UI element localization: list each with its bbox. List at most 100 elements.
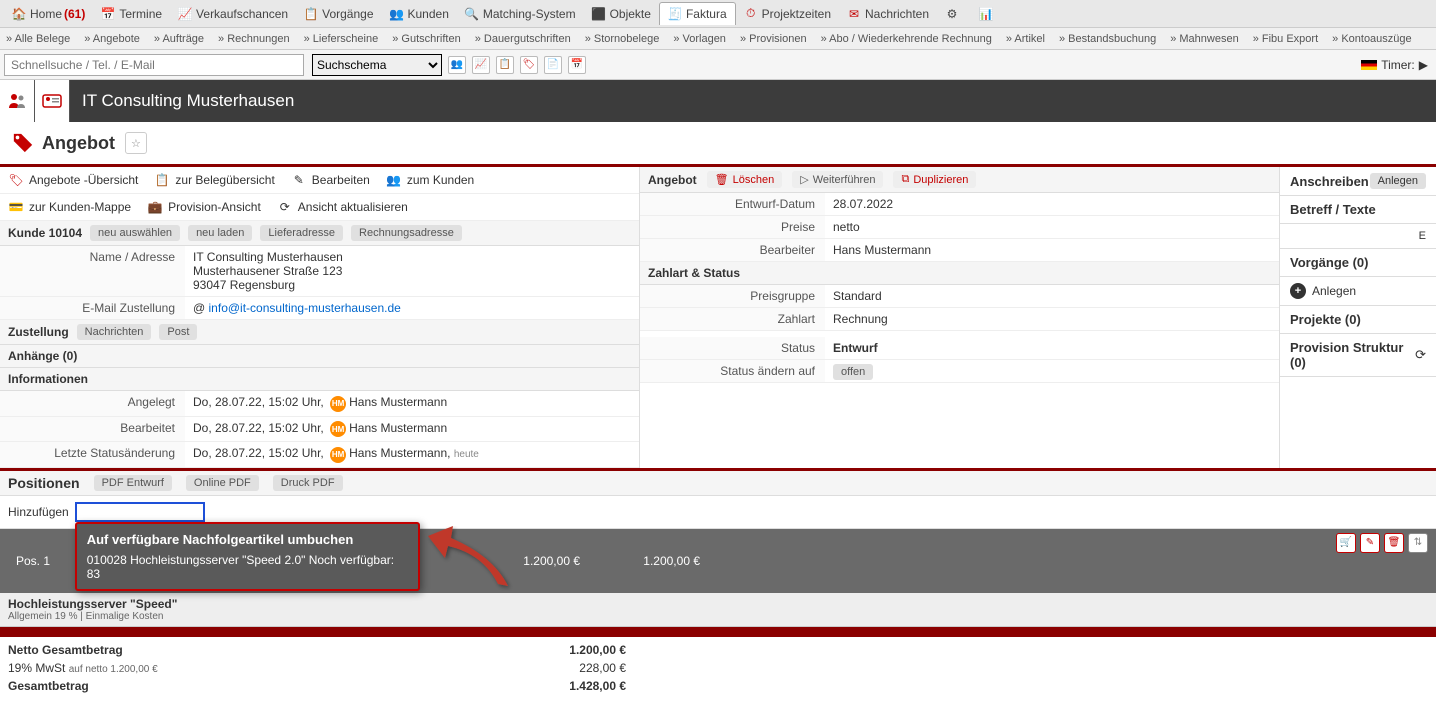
value-status: Entwurf xyxy=(825,337,1279,359)
subnav-angebote[interactable]: » Angebote xyxy=(84,33,140,45)
subnav-kontoauszuege[interactable]: » Kontoauszüge xyxy=(1332,33,1412,45)
btn-status-offen[interactable]: offen xyxy=(833,364,873,380)
label-status: Status xyxy=(640,337,825,359)
btn-weiterfuehren[interactable]: ▷Weiterführen xyxy=(792,171,883,188)
tb-tag-icon[interactable]: 🏷 xyxy=(520,56,538,74)
action-beleguebersicht[interactable]: 📋zur Belegübersicht xyxy=(154,171,274,189)
label-email: E-Mail Zustellung xyxy=(0,297,185,319)
label-bearbeiter: Bearbeiter xyxy=(640,239,825,261)
add-position-input[interactable] xyxy=(75,502,205,522)
nav-kunden[interactable]: 👥Kunden xyxy=(382,3,457,25)
btn-duplizieren[interactable]: ⧉Duplizieren xyxy=(893,171,976,188)
btn-online-pdf[interactable]: Online PDF xyxy=(186,475,259,491)
positions-title: Positionen xyxy=(8,475,80,491)
action-refresh[interactable]: ⟳Ansicht aktualisieren xyxy=(277,198,408,216)
subnav-rechnungen[interactable]: » Rechnungen xyxy=(218,33,290,45)
btn-pdf-entwurf[interactable]: PDF Entwurf xyxy=(94,475,172,491)
btn-druck-pdf[interactable]: Druck PDF xyxy=(273,475,343,491)
tb-clipboard-icon[interactable]: 📋 xyxy=(496,56,514,74)
nav-faktura[interactable]: 🧾Faktura xyxy=(659,2,736,25)
subnav-abo[interactable]: » Abo / Wiederkehrende Rechnung xyxy=(821,33,992,45)
nav-nachrichten[interactable]: ✉Nachrichten xyxy=(839,3,937,25)
subnav-provisionen[interactable]: » Provisionen xyxy=(740,33,807,45)
btn-rechnungsadresse[interactable]: Rechnungsadresse xyxy=(351,225,462,241)
tag-icon: 🏷 xyxy=(8,173,24,187)
cube-icon: ⬛ xyxy=(592,7,606,21)
header-card-icon[interactable] xyxy=(35,80,70,122)
btn-neu-auswaehlen[interactable]: neu auswählen xyxy=(90,225,180,241)
position-description: Hochleistungsserver "Speed" Allgemein 19… xyxy=(0,593,1436,627)
btn-anschreiben-anlegen[interactable]: Anlegen xyxy=(1370,173,1426,189)
btn-post[interactable]: Post xyxy=(159,324,197,340)
email-link[interactable]: info@it-consulting-musterhausen.de xyxy=(209,301,401,315)
tb-cal-icon[interactable]: 📅 xyxy=(568,56,586,74)
nav-stats[interactable]: 📊 xyxy=(971,3,1005,25)
pos-number: Pos. 1 xyxy=(8,554,68,568)
suggestion-item[interactable]: 010028 Hochleistungsserver "Speed 2.0" N… xyxy=(87,553,408,581)
tb-doc-icon[interactable]: 📄 xyxy=(544,56,562,74)
add-label: Hinzufügen xyxy=(8,505,69,519)
bar-chart-icon: 📊 xyxy=(979,7,993,21)
subnav-bestand[interactable]: » Bestandsbuchung xyxy=(1059,33,1156,45)
btn-nachrichten[interactable]: Nachrichten xyxy=(77,324,152,340)
nav-home[interactable]: 🏠Home(61) xyxy=(4,3,93,25)
nav-termine[interactable]: 📅Termine xyxy=(93,3,170,25)
pos-delete-button[interactable]: 🗑 xyxy=(1384,533,1404,553)
refresh-icon[interactable]: ⟳ xyxy=(1415,347,1426,363)
nav-objekte[interactable]: ⬛Objekte xyxy=(584,3,659,25)
subnav-dauergutschriften[interactable]: » Dauergutschriften xyxy=(475,33,571,45)
tb-people-icon[interactable]: 👥 xyxy=(448,56,466,74)
subnav-artikel[interactable]: » Artikel xyxy=(1006,33,1045,45)
betreff-edit-row[interactable]: E xyxy=(1280,224,1436,249)
subnav-vorlagen[interactable]: » Vorlagen xyxy=(673,33,726,45)
action-angebote-uebersicht[interactable]: 🏷Angebote -Übersicht xyxy=(8,171,138,189)
header-user-icon[interactable] xyxy=(0,80,35,122)
left-column: 🏷Angebote -Übersicht 📋zur Belegübersicht… xyxy=(0,167,640,468)
btn-lieferadresse[interactable]: Lieferadresse xyxy=(260,225,343,241)
action-zum-kunden[interactable]: 👥zum Kunden xyxy=(386,171,474,189)
subnav-mahnwesen[interactable]: » Mahnwesen xyxy=(1170,33,1239,45)
betreff-section: Betreff / Texte xyxy=(1280,196,1436,224)
favorite-button[interactable]: ☆ xyxy=(125,132,147,154)
nav-vorgaenge[interactable]: 📋Vorgänge xyxy=(296,3,381,25)
nav-projektzeiten[interactable]: ⏱Projektzeiten xyxy=(736,3,839,25)
suggestion-popup[interactable]: Auf verfügbare Nachfolgeartikel umbuchen… xyxy=(75,522,420,591)
value-entwurf-datum: 28.07.2022 xyxy=(825,193,1279,215)
subnav-gutschriften[interactable]: » Gutschriften xyxy=(392,33,460,45)
btn-neu-laden[interactable]: neu laden xyxy=(188,225,252,241)
refresh-icon: ⟳ xyxy=(277,200,293,214)
action-provision[interactable]: 💼Provision-Ansicht xyxy=(147,198,261,216)
search-schema-select[interactable]: Suchschema xyxy=(312,54,442,76)
nav-matching[interactable]: 🔍Matching-System xyxy=(457,3,584,25)
subnav-lieferscheine[interactable]: » Lieferscheine xyxy=(304,33,379,45)
clipboard-icon: 📋 xyxy=(304,7,318,21)
value-angelegt: Do, 28.07.22, 15:02 Uhr, HMHans Musterma… xyxy=(185,391,639,416)
label-zahlart: Zahlart xyxy=(640,308,825,330)
action-bearbeiten[interactable]: ✎Bearbeiten xyxy=(291,171,370,189)
nav-gear[interactable]: ⚙ xyxy=(937,3,971,25)
suggestion-title: Auf verfügbare Nachfolgeartikel umbuchen xyxy=(87,532,408,547)
subnav-stornobelege[interactable]: » Stornobelege xyxy=(585,33,660,45)
pos-cart-button[interactable]: 🛒 xyxy=(1336,533,1356,553)
card-icon: 💳 xyxy=(8,200,24,214)
pos-line-total: 1.200,00 € xyxy=(588,554,708,568)
nav-verkaufschancen[interactable]: 📈Verkaufschancen xyxy=(170,3,296,25)
quick-search-input[interactable] xyxy=(4,54,304,76)
pos-move-button[interactable]: ⇅ xyxy=(1408,533,1428,553)
anschreiben-section: Anschreiben Anlegen xyxy=(1280,167,1436,196)
net-value: 1.200,00 € xyxy=(556,643,626,657)
tb-chart-icon[interactable]: 📈 xyxy=(472,56,490,74)
subnav-auftraege[interactable]: » Aufträge xyxy=(154,33,204,45)
timer-label: Timer: xyxy=(1381,58,1415,72)
copy-icon: ⧉ xyxy=(901,173,909,186)
vorgaenge-anlegen[interactable]: +Anlegen xyxy=(1280,277,1436,306)
subnav-alle-belege[interactable]: » Alle Belege xyxy=(6,33,70,45)
label-angelegt: Angelegt xyxy=(0,391,185,416)
subnav-fibu[interactable]: » Fibu Export xyxy=(1253,33,1318,45)
search-icon: 🔍 xyxy=(465,7,479,21)
btn-loeschen[interactable]: 🗑Löschen xyxy=(707,171,783,188)
play-icon[interactable]: ▶ xyxy=(1419,58,1428,72)
pos-edit-button[interactable]: ✎ xyxy=(1360,533,1380,553)
timer-widget[interactable]: Timer: ▶ xyxy=(1361,58,1428,72)
action-kundenmappe[interactable]: 💳zur Kunden-Mappe xyxy=(8,198,131,216)
